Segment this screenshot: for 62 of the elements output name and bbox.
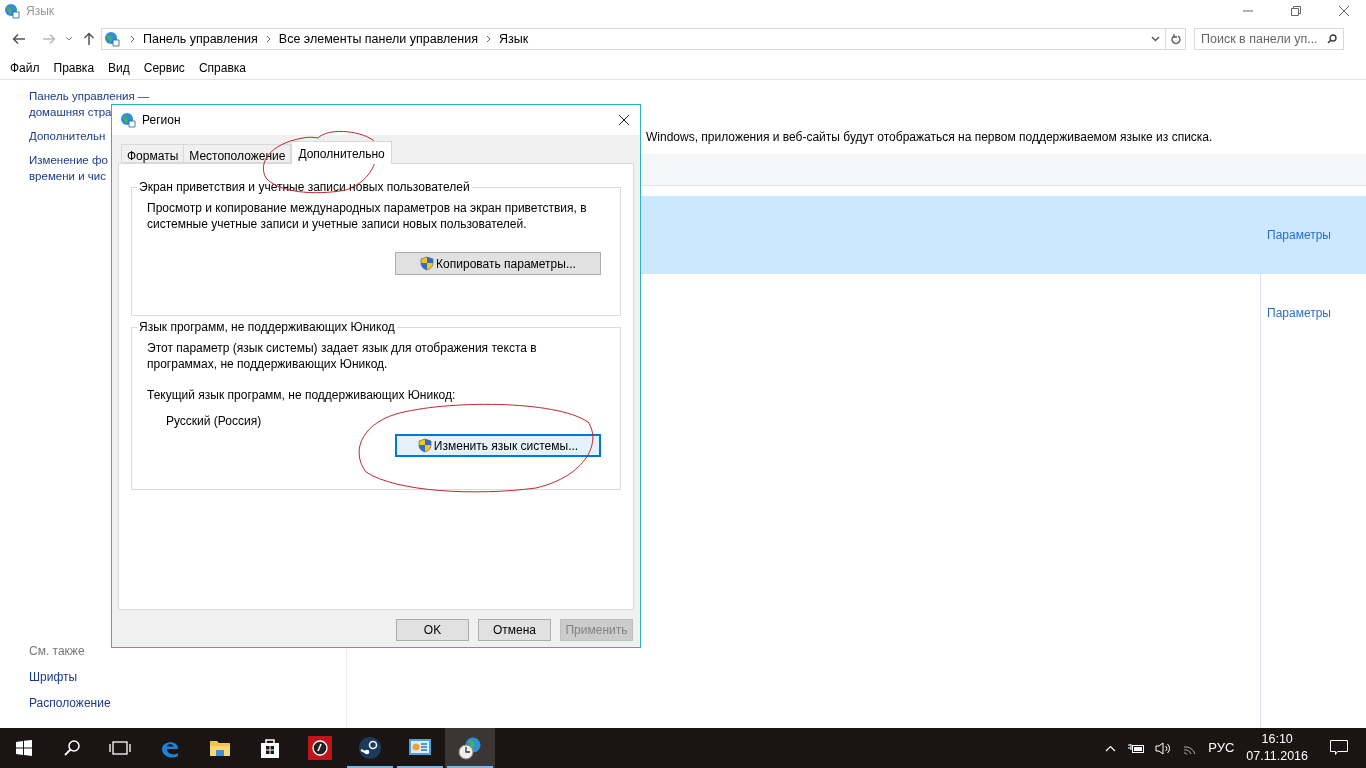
see-also-label: См. также (29, 643, 86, 660)
menu-item[interactable]: Сервис (143, 58, 185, 77)
dialog-button[interactable]: OK (396, 619, 469, 641)
chevron-icon[interactable] (265, 35, 271, 43)
see-also-link[interactable]: Шрифты (29, 668, 216, 686)
tab[interactable]: Местоположение (184, 144, 292, 163)
refresh-icon (1170, 33, 1181, 45)
dialog-button[interactable]: Отмена (478, 619, 551, 641)
store-icon[interactable] (260, 737, 280, 759)
dropdown-icon[interactable] (1151, 36, 1160, 42)
tab[interactable]: Форматы (121, 144, 185, 163)
search-field[interactable]: Поиск в панели уп... (1194, 28, 1344, 50)
search-icon[interactable] (64, 740, 80, 756)
breadcrumb[interactable]: Панель управления (143, 29, 258, 49)
shield-icon (420, 256, 435, 271)
description-text: Windows, приложения и веб-сайты будут отображаться на первом поддерживаемом языке из списка. (646, 129, 1214, 146)
dialog-button[interactable]: Изменить язык системы... (395, 434, 601, 457)
address-bar[interactable]: Панель управления Все элементы панели управления Язык (101, 28, 1166, 50)
input-language-indicator[interactable]: РУС (1208, 738, 1235, 758)
breadcrumb[interactable]: Все элементы панели управления (278, 29, 478, 49)
menu-item[interactable]: Правка (53, 58, 95, 77)
steam-icon[interactable] (358, 736, 382, 760)
shield-icon (417, 438, 432, 453)
maximize-icon[interactable] (1290, 5, 1302, 17)
location-icon (104, 31, 120, 47)
tab[interactable]: Дополнительно (291, 141, 392, 164)
current-language-label: Текущий язык программ, не поддерживающих Юникод: (147, 387, 457, 404)
taskbar-button[interactable] (445, 728, 495, 768)
up-arrow-icon[interactable] (83, 32, 95, 46)
menu-item[interactable]: Вид (108, 58, 130, 77)
group-text: Этот параметр (язык системы) задает язык для отображения текста в программах, не поддерживающих Юникод. (147, 340, 538, 372)
search-icon (1327, 34, 1337, 44)
dropdown-icon[interactable] (65, 36, 73, 42)
dialog-icon (120, 112, 136, 128)
speaker-icon[interactable] (1155, 741, 1172, 755)
options-link[interactable]: Параметры (1267, 304, 1331, 322)
breadcrumb[interactable]: Язык (498, 29, 529, 49)
task-view-icon[interactable] (109, 741, 131, 755)
current-language-value: Русский (Россия) (166, 413, 263, 430)
control-panel-icon[interactable] (408, 738, 432, 758)
clock[interactable]: 16:10 07.11.2016 (1246, 731, 1308, 765)
chevron-icon[interactable] (130, 35, 135, 43)
window-title: Язык (26, 3, 55, 20)
dialog-button[interactable]: Копировать параметры... (395, 252, 601, 275)
back-arrow-icon[interactable] (12, 33, 26, 45)
window-icon (4, 3, 20, 19)
group-title: Язык программ, не поддерживающих Юникод (137, 320, 397, 334)
options-link[interactable]: Параметры (1267, 226, 1331, 244)
music-app-icon[interactable] (308, 736, 332, 760)
menu-item[interactable]: Файл (10, 58, 40, 77)
chevron-up-icon[interactable] (1105, 744, 1117, 752)
see-also-link[interactable]: Расположение (29, 694, 216, 712)
start-icon[interactable] (16, 740, 32, 756)
battery-icon[interactable] (1128, 742, 1146, 754)
folder-icon[interactable] (209, 738, 231, 758)
refresh-button[interactable] (1166, 28, 1186, 50)
dialog-title: Регион (142, 112, 181, 129)
close-icon[interactable] (618, 114, 630, 126)
notification-icon[interactable] (1330, 740, 1348, 756)
chevron-icon[interactable] (485, 35, 491, 43)
menu-item[interactable]: Справка (198, 58, 246, 77)
globe-clock-icon[interactable] (458, 736, 482, 760)
